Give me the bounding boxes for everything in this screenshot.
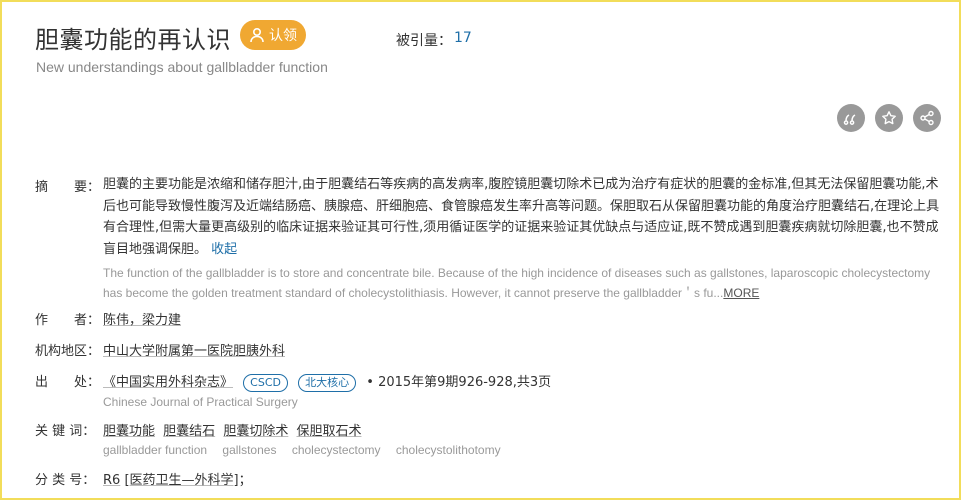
cited-label: 被引量： xyxy=(396,33,452,49)
keyword-en[interactable]: cholecystectomy xyxy=(292,443,381,457)
share-icon xyxy=(920,110,934,126)
tag-pku-core[interactable]: 北大核心 xyxy=(298,374,357,392)
keyword-en[interactable]: gallbladder function xyxy=(103,443,207,457)
abstract-en-text: The function of the gallbladder is to st… xyxy=(103,266,931,300)
page-title: 胆囊功能的再认识 xyxy=(35,26,231,54)
keywords-en: gallbladder function gallstones cholecys… xyxy=(103,443,513,457)
claim-label: 认领 xyxy=(269,28,297,44)
user-icon xyxy=(250,27,264,43)
classification-row: R6 [医药卫生—外科学]； xyxy=(103,469,252,488)
keyword-cn[interactable]: 保胆取石术 xyxy=(296,424,361,439)
source-label: 出 处： xyxy=(35,375,101,390)
class-suffix: ； xyxy=(238,473,252,488)
cite-button[interactable] xyxy=(837,104,865,132)
journal-en: Chinese Journal of Practical Surgery xyxy=(103,395,298,409)
class-code[interactable]: R6 xyxy=(103,473,120,488)
cited-count[interactable]: 17 xyxy=(454,30,472,46)
keywords-cn: 胆囊功能 胆囊结石 胆囊切除术 保胆取石术 xyxy=(103,420,365,439)
star-icon xyxy=(882,111,896,125)
abstract-cn: 胆囊的主要功能是浓缩和储存胆汁,由于胆囊结石等疾病的高发病率,腹腔镜胆囊切除术已… xyxy=(103,174,943,261)
subtitle-en: New understandings about gallbladder fun… xyxy=(36,59,328,75)
keyword-en[interactable]: cholecystolithotomy xyxy=(396,443,501,457)
keywords-label: 关 键 词： xyxy=(35,424,96,439)
keyword-cn[interactable]: 胆囊结石 xyxy=(163,424,215,439)
abstract-label: 摘 要： xyxy=(35,180,101,195)
keyword-cn[interactable]: 胆囊切除术 xyxy=(223,424,288,439)
institution-value[interactable]: 中山大学附属第一医院胆胰外科 xyxy=(103,340,285,359)
classification-label: 分 类 号： xyxy=(35,473,96,488)
quote-icon xyxy=(843,114,856,125)
abstract-en: The function of the gallbladder is to st… xyxy=(103,263,943,303)
more-link[interactable]: MORE xyxy=(723,286,759,300)
issue-info: • 2015年第9期926-928,共3页 xyxy=(366,375,552,390)
keyword-cn[interactable]: 胆囊功能 xyxy=(103,424,155,439)
institution-label: 机构地区： xyxy=(35,344,101,359)
claim-button[interactable]: 认领 xyxy=(240,20,306,50)
journal-link[interactable]: 《中国实用外科杂志》 xyxy=(103,375,233,390)
share-button[interactable] xyxy=(913,104,941,132)
authors-value[interactable]: 陈伟，梁力建 xyxy=(103,309,181,328)
keyword-en[interactable]: gallstones xyxy=(222,443,276,457)
authors-label: 作 者： xyxy=(35,313,101,328)
collapse-link[interactable]: 收起 xyxy=(211,242,237,257)
favorite-button[interactable] xyxy=(875,104,903,132)
tag-cscd[interactable]: CSCD xyxy=(243,374,288,392)
source-row: 《中国实用外科杂志》 CSCD 北大核心 • 2015年第9期926-928,共… xyxy=(103,371,551,392)
class-category[interactable]: [医药卫生—外科学] xyxy=(124,473,238,488)
